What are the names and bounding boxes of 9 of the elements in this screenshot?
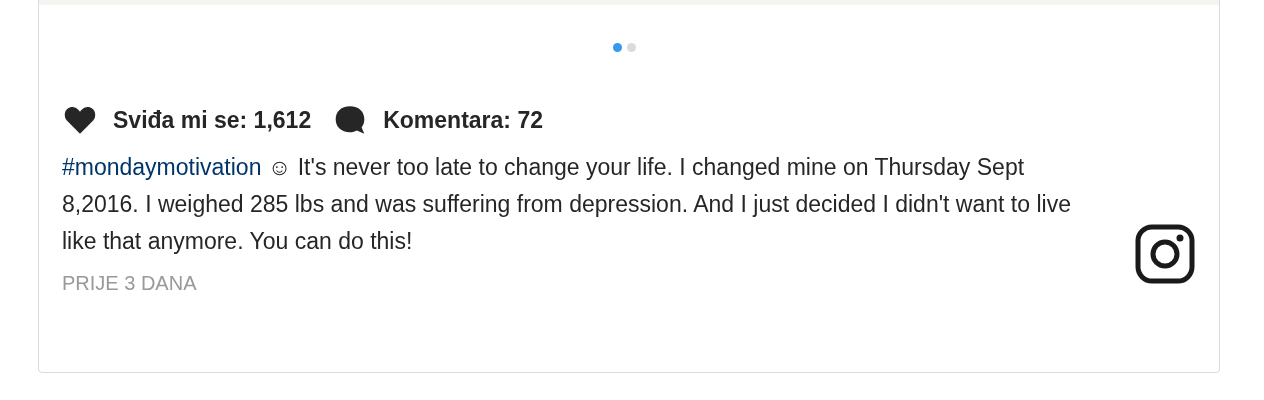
hashtag-link[interactable]: #mondaymotivation (62, 154, 262, 180)
carousel-dot[interactable] (626, 42, 636, 52)
caption-text: #mondaymotivation ☺ It's never too late to change your life. I changed mine on Thursday Sept 8,2016. I weighed 285 lbs and was suffering from depression. And I just decided I didn't want to live like that anymore. You can do this! (62, 153, 1072, 256)
carousel-dot[interactable] (612, 42, 622, 52)
heart-icon[interactable] (63, 105, 97, 135)
likes-count: Sviđa mi se: 1,612 (113, 106, 312, 134)
post-time: PRIJE 3 DANA (62, 271, 198, 296)
comments-count: Komentara: 72 (383, 106, 543, 134)
instagram-logo-icon[interactable] (1135, 224, 1195, 284)
